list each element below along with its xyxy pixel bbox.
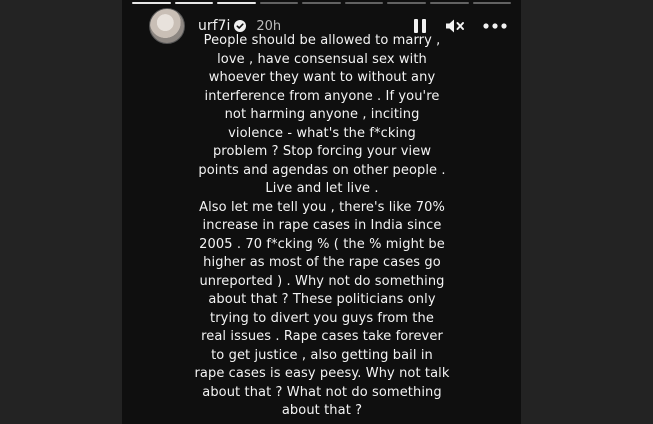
more-options-icon [483, 23, 507, 29]
progress-segment [217, 2, 256, 4]
backdrop-right [521, 0, 653, 424]
progress-segment [472, 2, 512, 4]
more-options-button[interactable] [483, 23, 507, 29]
story-progress-bar [132, 2, 512, 4]
backdrop-left [0, 0, 122, 424]
verified-badge-icon [234, 20, 247, 32]
progress-segment [174, 2, 214, 4]
story-viewer[interactable]: urf7i 20h People should be allowed to ma… [122, 0, 521, 424]
progress-segment [387, 2, 426, 4]
progress-segment [344, 2, 384, 4]
progress-segment [302, 2, 341, 4]
story-caption-text: People should be allowed to marry , love… [194, 33, 450, 418]
progress-segment [132, 2, 171, 4]
progress-segment [259, 2, 299, 4]
progress-segment [429, 2, 469, 4]
